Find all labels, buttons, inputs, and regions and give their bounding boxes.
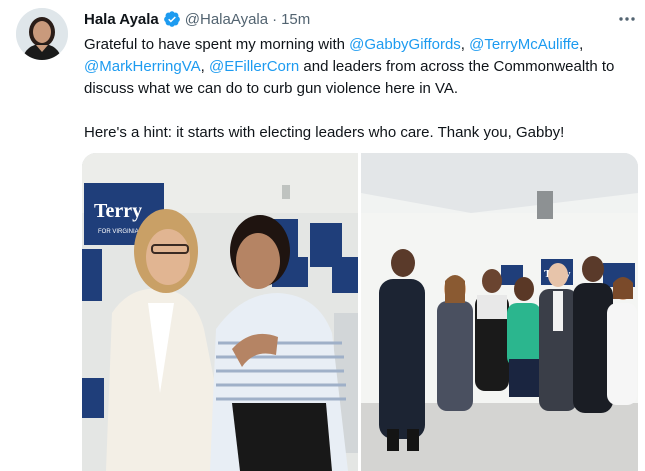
avatar-image [16,8,68,60]
more-options-button[interactable] [615,8,639,28]
mention-terrymcauliffe[interactable]: @TerryMcAuliffe [469,36,579,53]
avatar[interactable] [16,8,68,60]
display-name[interactable]: Hala Ayala [84,11,159,28]
mention-efillercorn[interactable]: @EFillerCorn [209,58,299,75]
timestamp[interactable]: 15m [281,11,310,28]
left-sign-text: Terry [94,200,142,222]
photo-group[interactable]: Terry [361,153,638,471]
left-sign-subtext: FOR VIRGINIA [98,229,139,235]
more-horizontal-icon [618,9,636,27]
tweet-text-intro: Grateful to have spent my morning with [84,36,350,53]
tweet-media: Terry FOR VIRGINIA [82,153,638,471]
tweet-paragraph-2: Here's a hint: it starts with electing l… [84,124,565,141]
tweet-text-comma: , [579,36,584,53]
tweet-paragraph-1: Grateful to have spent my morning with @… [84,34,640,100]
mention-gabbygiffords[interactable]: @GabbyGiffords [349,36,461,53]
user-handle[interactable]: @HalaAyala [185,11,268,28]
verified-badge-icon [163,10,181,28]
mention-markherringva[interactable]: @MarkHerringVA [84,58,201,75]
tweet-text-comma: , [460,36,470,53]
tweet-header: Hala Ayala @HalaAyala · 15m [84,9,310,29]
separator-dot: · [272,10,278,28]
tweet-text: Grateful to have spent my morning with @… [84,34,640,144]
photo-giffords-ayala[interactable]: Terry FOR VIRGINIA [82,153,358,471]
tweet-text-comma: , [200,58,209,75]
